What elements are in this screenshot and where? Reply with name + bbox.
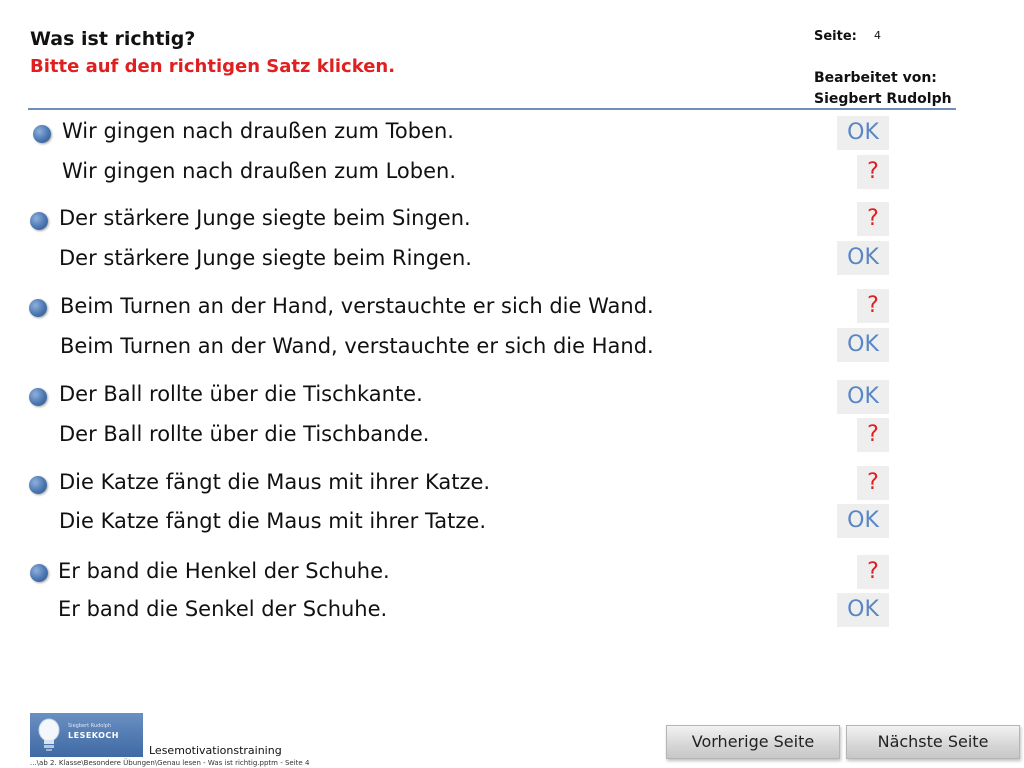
logo-title: LESEKOCH xyxy=(68,731,119,740)
sentence-option-5b[interactable]: Die Katze fängt die Maus mit ihrer Tatze… xyxy=(59,509,486,533)
feedback-2a[interactable]: ? xyxy=(857,202,889,236)
feedback-4a[interactable]: OK xyxy=(837,380,889,414)
page-label: Seite: xyxy=(814,29,857,44)
question-bullet-5 xyxy=(29,476,47,494)
next-page-button[interactable]: Nächste Seite xyxy=(846,725,1020,759)
question-bullet-4 xyxy=(29,388,47,406)
feedback-2b[interactable]: OK xyxy=(837,241,889,275)
feedback-3a[interactable]: ? xyxy=(857,289,889,323)
sentence-option-1a[interactable]: Wir gingen nach draußen zum Toben. xyxy=(62,119,454,143)
question-bullet-3 xyxy=(29,299,47,317)
editor-info: Bearbeitet von: Siegbert Rudolph xyxy=(814,68,952,110)
sentence-option-3b[interactable]: Beim Turnen an der Wand, verstauchte er … xyxy=(60,334,654,358)
sentence-option-6a[interactable]: Er band die Henkel der Schuhe. xyxy=(58,559,390,583)
sentence-option-6b[interactable]: Er band die Senkel der Schuhe. xyxy=(58,597,387,621)
feedback-1a[interactable]: OK xyxy=(837,116,889,150)
lightbulb-icon xyxy=(38,718,60,751)
sentence-option-4a[interactable]: Der Ball rollte über die Tischkante. xyxy=(59,382,423,406)
instruction-text: Bitte auf den richtigen Satz klicken. xyxy=(30,56,396,77)
feedback-5b[interactable]: OK xyxy=(837,504,889,538)
footer-label: Lesemotivationstraining xyxy=(149,744,282,757)
question-bullet-6 xyxy=(30,564,48,582)
feedback-4b[interactable]: ? xyxy=(857,418,889,452)
question-bullet-2 xyxy=(30,212,48,230)
sentence-option-2a[interactable]: Der stärkere Junge siegte beim Singen. xyxy=(59,206,471,230)
feedback-5a[interactable]: ? xyxy=(857,466,889,500)
question-bullet-1 xyxy=(33,125,51,143)
header-divider xyxy=(28,108,956,110)
previous-page-button[interactable]: Vorherige Seite xyxy=(666,725,840,759)
file-path: ...\ab 2. Klasse\Besondere Übungen\Genau… xyxy=(30,759,310,767)
sentence-option-1b[interactable]: Wir gingen nach draußen zum Loben. xyxy=(62,159,456,183)
sentence-option-2b[interactable]: Der stärkere Junge siegte beim Ringen. xyxy=(59,246,472,270)
sentence-option-4b[interactable]: Der Ball rollte über die Tischbande. xyxy=(59,422,429,446)
sentence-option-3a[interactable]: Beim Turnen an der Hand, verstauchte er … xyxy=(60,294,654,318)
page-number: 4 xyxy=(874,29,881,42)
editor-label: Bearbeitet von: xyxy=(814,70,937,86)
logo-author: Siegbert Rudolph xyxy=(68,723,112,729)
sentence-option-5a[interactable]: Die Katze fängt die Maus mit ihrer Katze… xyxy=(59,470,490,494)
feedback-3b[interactable]: OK xyxy=(837,328,889,362)
feedback-6b[interactable]: OK xyxy=(837,593,889,627)
feedback-1b[interactable]: ? xyxy=(857,155,889,189)
editor-name: Siegbert Rudolph xyxy=(814,91,952,107)
lesekoch-logo: Siegbert Rudolph LESEKOCH xyxy=(30,713,143,757)
feedback-6a[interactable]: ? xyxy=(857,555,889,589)
page-title: Was ist richtig? xyxy=(30,28,196,50)
